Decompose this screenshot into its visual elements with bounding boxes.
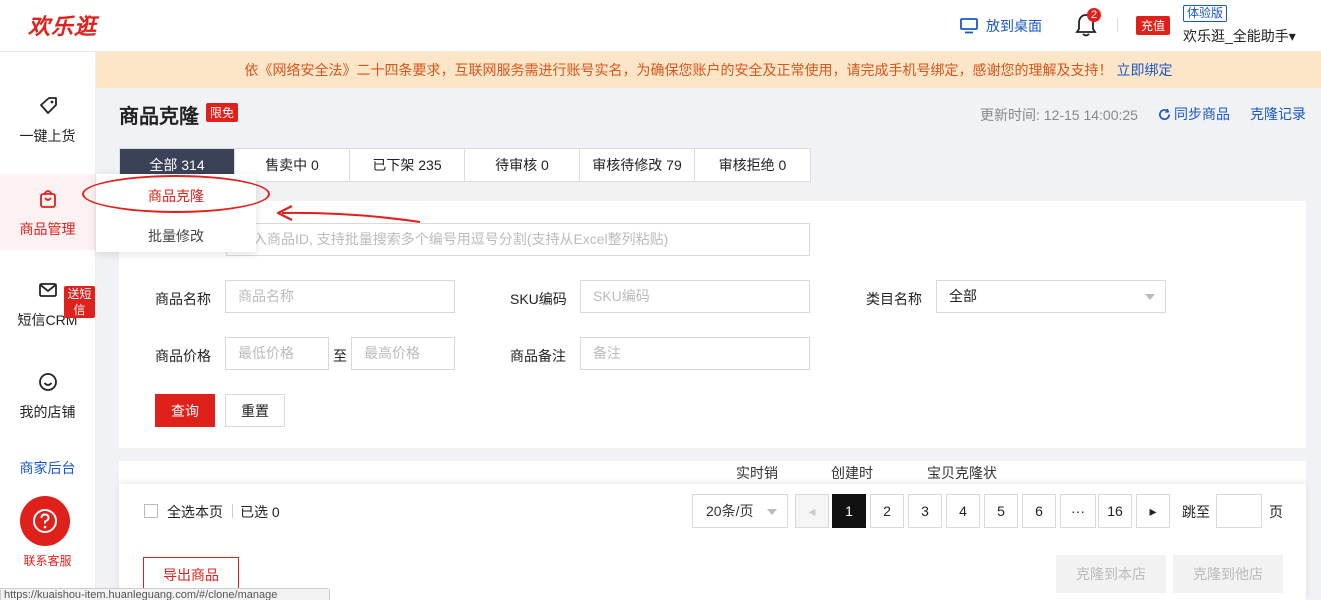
bind-now-link[interactable]: 立即绑定 [1117,62,1173,78]
price-label: 商品价格 [155,348,211,364]
min-price-input[interactable]: 最低价格 [225,337,329,370]
app-logo[interactable]: 欢乐逛 [28,9,97,41]
page-button[interactable]: 2 [870,494,904,528]
notice-text: 依《网络安全法》二十四条要求，互联网服务需进行账号实名，为确保您账户的安全及正常… [244,62,1113,78]
sidebar-item-product-management[interactable]: 商品管理 [0,174,95,250]
filter-panel: 输入商品ID, 支持批量搜索多个编号用逗号分割(支持从Excel整列粘贴) 商品… [119,201,1306,448]
clone-to-other-store-button[interactable]: 克隆到他店 [1173,555,1283,593]
notification-badge: 2 [1087,8,1101,22]
category-select[interactable]: 全部 [936,280,1166,313]
price-to-label: 至 [333,348,347,364]
page-ellipsis[interactable]: ··· [1060,494,1096,528]
batch-action-bar: 全选本页 已选 0 20条/页 ◂ 1 2 3 4 5 6 ··· 16 ▸ 跳… [119,484,1306,600]
sync-products-label: 同步商品 [1174,106,1230,122]
product-name-label: 商品名称 [155,291,211,307]
jump-page-input[interactable] [1216,494,1262,528]
sidebar-item-label: 商品管理 [19,221,76,237]
page-button[interactable]: 3 [908,494,942,528]
sidebar-item-label: 我的店铺 [19,404,76,420]
sidebar-item-label: 一键上货 [19,128,76,144]
account-menu[interactable]: 欢乐逛_全能助手▾ [1183,26,1296,46]
monitor-icon [960,18,978,34]
jump-to-label: 跳至 [1182,504,1210,520]
caret-down-icon [1145,294,1155,300]
caret-down-icon [767,509,777,515]
sidebar-item-quick-upload[interactable]: 一键上货 [0,96,95,172]
trial-badge: 体验版 [1183,5,1228,22]
page-size-value: 20条/页 [706,503,754,519]
free-badge: 限免 [206,103,239,122]
sidebar: 一键上货 商品管理 短信CRM 送短信 我的店铺 商家后台 联系客服 [0,52,96,600]
refresh-icon [1159,108,1170,120]
sku-label: SKU编码 [510,291,567,307]
max-price-input[interactable]: 最高价格 [351,337,455,370]
page-button[interactable]: 4 [946,494,980,528]
page-unit-label: 页 [1269,504,1283,520]
customer-service-button[interactable] [20,496,70,546]
divider [1117,18,1118,32]
tab-review-rejected[interactable]: 审核拒绝 0 [695,149,810,181]
annotation-arrow-icon [276,205,421,223]
top-bar: 欢乐逛 放到桌面 2 充值 体验版 欢乐逛_全能助手▾ [0,0,1321,52]
column-header: 实时销 [736,465,778,481]
page-button[interactable]: 5 [984,494,1018,528]
submenu-item-batch-edit[interactable]: 批量修改 [96,226,256,246]
page-title: 商品克隆 [119,106,199,128]
merchant-backend-link[interactable]: 商家后台 [0,458,95,478]
browser-status-url: https://kuaishou-item.huanleguang.com/#/… [0,588,330,600]
sidebar-item-sms-crm[interactable]: 短信CRM 送短信 [0,280,95,356]
divider [232,504,233,518]
add-to-desktop-label: 放到桌面 [986,18,1042,34]
page-button[interactable]: 6 [1022,494,1056,528]
category-label: 类目名称 [866,291,922,307]
column-header: 宝贝克隆状 [927,465,997,481]
tab-review-needs-edit[interactable]: 审核待修改 79 [580,149,695,181]
column-header: 创建时 [831,465,873,481]
clone-to-this-store-button[interactable]: 克隆到本店 [1056,555,1166,593]
update-time: 更新时间: 12-15 14:00:25 [980,107,1138,123]
prev-page-button[interactable]: ◂ [795,494,829,528]
selected-count: 已选 0 [240,504,280,520]
select-all-label[interactable]: 全选本页 [167,502,223,522]
category-value: 全部 [949,288,977,304]
tab-delisted[interactable]: 已下架 235 [350,149,465,181]
product-name-input[interactable]: 商品名称 [225,280,455,313]
reset-button[interactable]: 重置 [225,394,285,427]
query-button[interactable]: 查询 [155,394,215,427]
tag-icon [39,97,57,114]
select-all-checkbox[interactable] [144,504,158,518]
sync-products-button[interactable]: 同步商品 [1158,104,1230,124]
help-icon [33,509,57,533]
recharge-button[interactable]: 充值 [1136,16,1171,35]
page-button[interactable]: 16 [1098,494,1132,528]
customer-service-label: 联系客服 [23,554,72,568]
remark-label: 商品备注 [510,348,566,364]
gift-sms-badge: 送短信 [64,286,95,318]
clone-record-link[interactable]: 克隆记录 [1250,104,1306,124]
remark-input[interactable]: 备注 [580,337,810,370]
add-to-desktop-link[interactable]: 放到桌面 [960,16,1042,36]
sku-input[interactable]: SKU编码 [580,280,810,313]
tab-pending-review[interactable]: 待审核 0 [465,149,580,181]
real-name-notice: 依《网络安全法》二十四条要求，互联网服务需进行账号实名，为确保您账户的安全及正常… [96,52,1321,88]
page-button[interactable]: 1 [832,494,866,528]
annotation-circle [82,175,270,213]
next-page-button[interactable]: ▸ [1136,494,1170,528]
page-size-select[interactable]: 20条/页 [692,494,788,528]
sidebar-item-my-store[interactable]: 我的店铺 [0,372,95,448]
smile-icon [38,373,57,391]
mail-icon [38,283,57,297]
shopping-bag-icon [39,190,56,208]
